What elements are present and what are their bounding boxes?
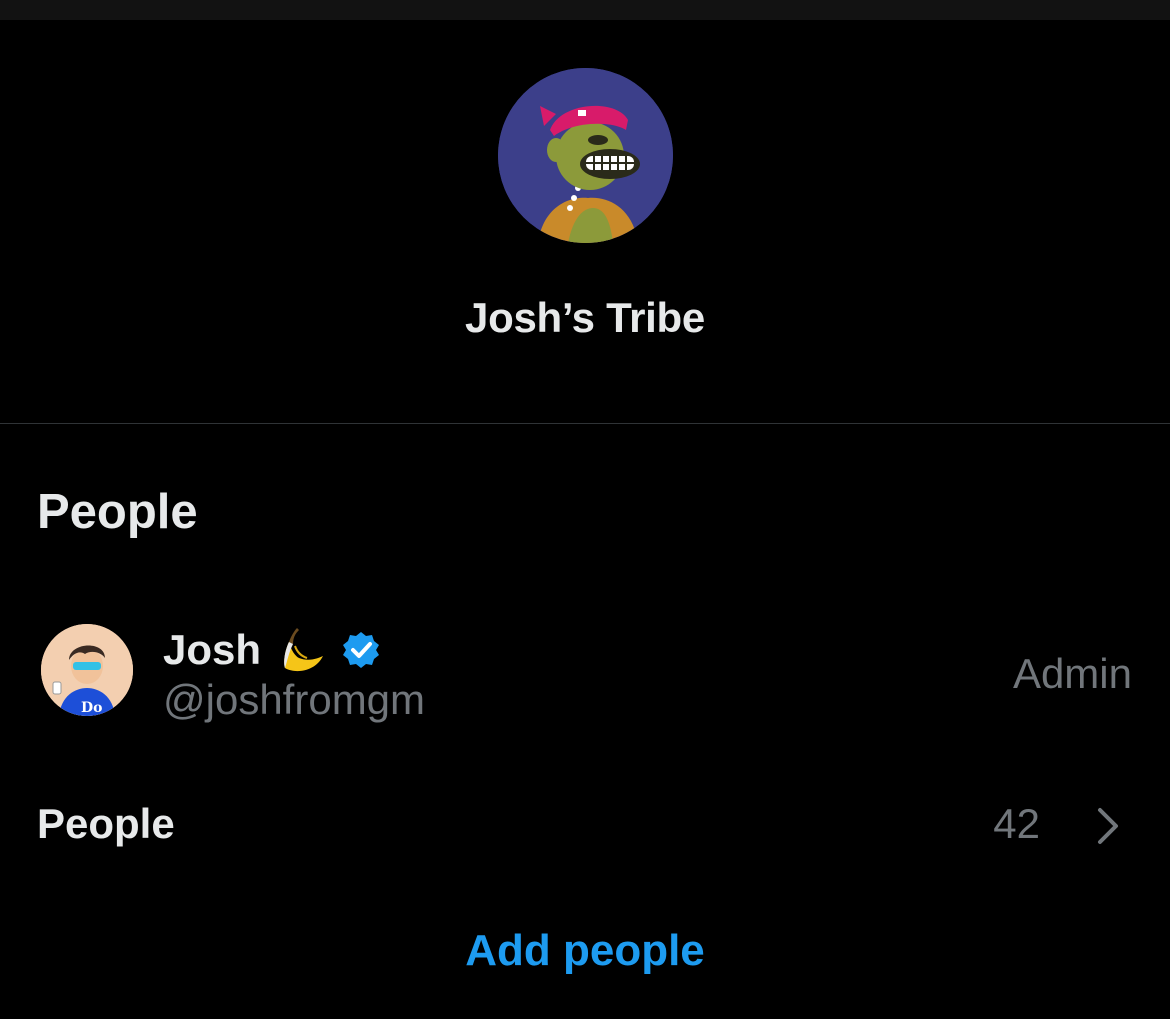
- ape-avatar-icon: [498, 68, 673, 243]
- people-count-row[interactable]: People 42: [0, 792, 1170, 856]
- status-bar: [0, 0, 1170, 20]
- group-name: Josh’s Tribe: [465, 294, 705, 341]
- member-handle: @joshfromgm: [163, 676, 426, 723]
- people-row-label: People: [37, 800, 175, 847]
- member-row[interactable]: Do Josh @joshfromgm Admin: [0, 612, 1170, 732]
- chevron-right-icon: [1098, 808, 1118, 844]
- avatar[interactable]: Do: [41, 624, 133, 716]
- verified-badge-icon: [341, 630, 381, 670]
- people-section-heading: People: [37, 485, 198, 539]
- member-role-badge: Admin: [1012, 650, 1132, 697]
- banana-emoji-icon: [275, 622, 331, 678]
- svg-text:Do: Do: [81, 700, 102, 716]
- member-name-line: Josh: [163, 622, 381, 678]
- add-people-button[interactable]: Add people: [0, 926, 1170, 976]
- group-avatar[interactable]: [498, 68, 673, 243]
- member-name: Josh: [163, 626, 262, 673]
- people-count: 42: [993, 800, 1040, 847]
- user-avatar-icon: Do: [41, 624, 133, 716]
- section-divider: [0, 423, 1170, 424]
